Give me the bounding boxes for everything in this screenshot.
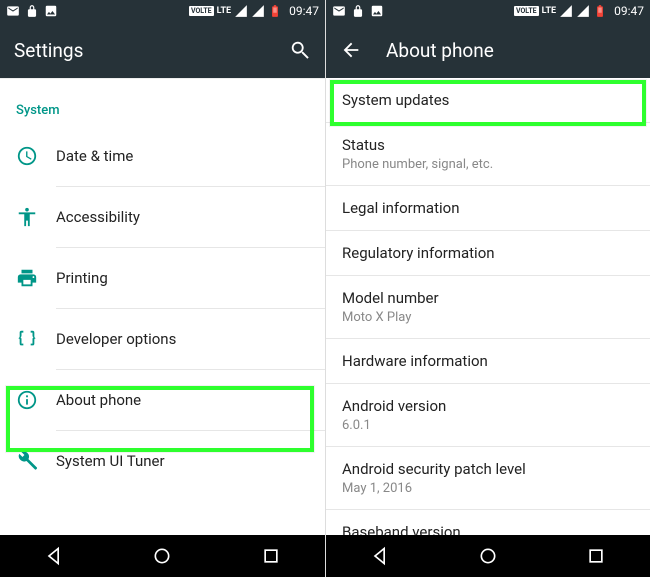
row-status[interactable]: Status Phone number, signal, etc. bbox=[326, 123, 650, 185]
row-label: Model number bbox=[342, 289, 634, 307]
picture-icon bbox=[44, 4, 58, 18]
nav-recent[interactable] bbox=[217, 546, 324, 566]
row-printing[interactable]: Printing bbox=[0, 248, 325, 308]
row-label: Hardware information bbox=[342, 352, 634, 370]
arrow-back-icon bbox=[340, 39, 362, 61]
volte-badge: VOLTE bbox=[514, 6, 539, 16]
signal-icon bbox=[234, 4, 248, 18]
status-bar: VOLTE LTE 09:47 bbox=[0, 0, 325, 22]
row-label: System UI Tuner bbox=[56, 452, 309, 470]
phone-left: VOLTE LTE 09:47 Settings System Date & t… bbox=[0, 0, 325, 577]
row-sub: Moto X Play bbox=[342, 310, 634, 325]
row-model[interactable]: Model number Moto X Play bbox=[326, 276, 650, 338]
nav-bar bbox=[326, 535, 650, 577]
app-bar-settings: Settings bbox=[0, 22, 325, 78]
row-label: About phone bbox=[56, 391, 309, 409]
info-icon bbox=[16, 389, 56, 411]
picture-icon bbox=[370, 4, 384, 18]
phone-right: VOLTE LTE 09:47 About phone System updat… bbox=[325, 0, 650, 577]
row-android-version[interactable]: Android version 6.0.1 bbox=[326, 384, 650, 446]
row-label: Android security patch level bbox=[342, 460, 634, 478]
row-label: Developer options bbox=[56, 330, 309, 348]
row-baseband[interactable]: Baseband version bbox=[326, 510, 650, 535]
status-time: 09:47 bbox=[289, 4, 319, 18]
search-icon bbox=[289, 39, 311, 61]
row-label: Regulatory information bbox=[342, 244, 634, 262]
settings-list[interactable]: System Date & time Accessibility Printin… bbox=[0, 78, 325, 535]
screenshot-container: VOLTE LTE 09:47 Settings System Date & t… bbox=[0, 0, 650, 577]
row-label: Accessibility bbox=[56, 208, 309, 226]
lte-text: LTE bbox=[217, 6, 232, 16]
row-sub: 6.0.1 bbox=[342, 418, 634, 433]
row-date-time[interactable]: Date & time bbox=[0, 126, 325, 186]
nav-recent[interactable] bbox=[543, 546, 650, 566]
row-sub: May 1, 2016 bbox=[342, 481, 634, 496]
row-legal[interactable]: Legal information bbox=[326, 186, 650, 230]
row-label: Status bbox=[342, 136, 634, 154]
row-security-patch[interactable]: Android security patch level May 1, 2016 bbox=[326, 447, 650, 509]
row-hardware[interactable]: Hardware information bbox=[326, 339, 650, 383]
nav-back[interactable] bbox=[327, 546, 434, 566]
back-button[interactable] bbox=[340, 39, 362, 61]
about-list[interactable]: System updates Status Phone number, sign… bbox=[326, 78, 650, 535]
battery-icon bbox=[593, 4, 607, 18]
accessibility-icon bbox=[16, 206, 56, 228]
search-button[interactable] bbox=[289, 39, 311, 61]
row-label: Android version bbox=[342, 397, 634, 415]
braces-icon bbox=[16, 328, 56, 350]
wrench-icon bbox=[16, 450, 56, 472]
print-icon bbox=[16, 267, 56, 289]
row-sub: Phone number, signal, etc. bbox=[342, 157, 634, 172]
lock-icon bbox=[25, 4, 39, 18]
lock-icon bbox=[351, 4, 365, 18]
row-label: Date & time bbox=[56, 147, 309, 165]
volte-badge: VOLTE bbox=[189, 6, 214, 16]
nav-home[interactable] bbox=[435, 546, 542, 566]
signal-icon-2 bbox=[576, 4, 590, 18]
clock-icon bbox=[16, 145, 56, 167]
row-regulatory[interactable]: Regulatory information bbox=[326, 231, 650, 275]
page-title: About phone bbox=[386, 39, 636, 62]
row-accessibility[interactable]: Accessibility bbox=[0, 187, 325, 247]
row-about-phone[interactable]: About phone bbox=[0, 370, 325, 430]
gmail-icon bbox=[6, 4, 20, 18]
row-developer-options[interactable]: Developer options bbox=[0, 309, 325, 369]
section-system: System bbox=[0, 89, 325, 126]
row-system-ui-tuner[interactable]: System UI Tuner bbox=[0, 431, 325, 491]
battery-icon bbox=[268, 4, 282, 18]
status-bar: VOLTE LTE 09:47 bbox=[326, 0, 650, 22]
signal-icon-2 bbox=[251, 4, 265, 18]
app-bar-about: About phone bbox=[326, 22, 650, 78]
row-label: System updates bbox=[342, 91, 634, 109]
row-label: Legal information bbox=[342, 199, 634, 217]
row-label: Printing bbox=[56, 269, 309, 287]
status-time: 09:47 bbox=[614, 4, 644, 18]
page-title: Settings bbox=[14, 39, 289, 62]
lte-text: LTE bbox=[542, 6, 557, 16]
row-system-updates[interactable]: System updates bbox=[326, 78, 650, 122]
row-label: Baseband version bbox=[342, 523, 634, 535]
nav-bar bbox=[0, 535, 325, 577]
gmail-icon bbox=[332, 4, 346, 18]
nav-home[interactable] bbox=[109, 546, 216, 566]
nav-back[interactable] bbox=[1, 546, 108, 566]
signal-icon bbox=[559, 4, 573, 18]
